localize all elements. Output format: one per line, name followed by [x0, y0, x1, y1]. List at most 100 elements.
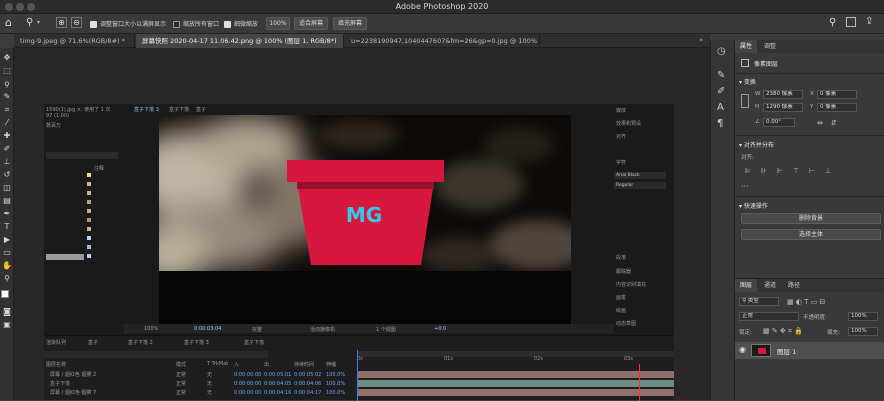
- comp-tab[interactable]: 盒子下落 3: [134, 106, 159, 113]
- timeline-search-field[interactable]: [44, 351, 268, 358]
- hand-tool-icon[interactable]: ✋: [1, 260, 13, 271]
- comp-tab[interactable]: 盒子: [196, 106, 206, 113]
- zoom-icon[interactable]: ⚲: [26, 17, 33, 28]
- width-field[interactable]: 2380 像素: [763, 90, 803, 99]
- timeline-tab[interactable]: 渲染队列: [46, 339, 66, 346]
- viewer-zoom[interactable]: 100%: [144, 326, 158, 332]
- screen-mode-icon[interactable]: ▣: [1, 319, 13, 330]
- flip-horizontal-icon[interactable]: ⇹: [817, 119, 823, 127]
- viewer-camera[interactable]: 活动摄像机: [310, 326, 335, 333]
- scrubby-zoom-checkbox[interactable]: 细微缩放: [224, 19, 258, 28]
- align-center-icon[interactable]: ⊪: [761, 167, 767, 175]
- viewer-exposure[interactable]: +0.0: [434, 326, 446, 332]
- history-brush-icon[interactable]: ↺: [1, 169, 13, 180]
- font-family-field[interactable]: Arial Black: [614, 172, 666, 179]
- quick-select-tool-icon[interactable]: ✎: [1, 91, 13, 102]
- lock-icons[interactable]: ▦ ✎ ✥ ⌗ 🔒: [763, 327, 803, 336]
- fill-screen-button[interactable]: 填充屏幕: [333, 17, 367, 30]
- pen-tool-icon[interactable]: ✒: [1, 208, 13, 219]
- brush-settings-icon[interactable]: ✐: [717, 86, 725, 97]
- resize-windows-checkbox[interactable]: 调整窗口大小以满屏显示: [90, 19, 166, 28]
- transform-section[interactable]: ▾ 变换: [739, 77, 756, 86]
- layer-mode[interactable]: 正常: [176, 371, 186, 379]
- layer-bar[interactable]: [357, 380, 674, 387]
- viewer-resolution[interactable]: 完整: [252, 326, 262, 333]
- align-right-icon[interactable]: ⊩: [777, 167, 783, 175]
- opacity-field[interactable]: 100%: [848, 312, 878, 321]
- tab-paths[interactable]: 路径: [783, 279, 805, 292]
- timeline-tab[interactable]: 盒子下落 2: [128, 339, 153, 346]
- chevron-down-icon[interactable]: ▾: [37, 19, 40, 26]
- layer-out[interactable]: 0:00:04:16: [264, 389, 291, 397]
- align-left-icon[interactable]: ⊫: [745, 167, 751, 175]
- tab-properties[interactable]: 属性: [735, 40, 758, 53]
- layer-in[interactable]: 0:00:00:00: [234, 380, 261, 388]
- layer-bar[interactable]: [357, 389, 674, 396]
- doc-tab-u2238[interactable]: u=2238190947,1040447607&fm=26&gp=0.jpg @…: [345, 34, 540, 48]
- tab-channels[interactable]: 通道: [759, 279, 781, 292]
- timeline-tab[interactable]: 盒子: [88, 339, 98, 346]
- layer-trkmat[interactable]: 无: [207, 389, 212, 397]
- tab-overflow-icon[interactable]: »: [699, 36, 703, 44]
- layer-stretch[interactable]: 100.0%: [326, 380, 345, 388]
- align-middle-icon[interactable]: ⊢: [809, 167, 815, 175]
- gradient-tool-icon[interactable]: ▤: [1, 195, 13, 206]
- tab-layers[interactable]: 图层: [735, 279, 758, 292]
- layer-duration[interactable]: 0:00:04:17: [294, 389, 321, 397]
- viewer-views[interactable]: 1 个视图: [376, 326, 396, 333]
- layer-duration[interactable]: 0:00:05:02: [294, 371, 321, 379]
- zoom-tool-icon[interactable]: ⚲: [1, 273, 13, 284]
- lasso-tool-icon[interactable]: ϙ: [1, 78, 13, 89]
- eraser-tool-icon[interactable]: ◫: [1, 182, 13, 193]
- shape-tool-icon[interactable]: ▭: [1, 247, 13, 258]
- zoom-in-icon[interactable]: ⊕: [56, 17, 67, 28]
- search-icon[interactable]: ⚲: [829, 17, 836, 28]
- layer-stretch[interactable]: 100.0%: [326, 371, 345, 379]
- share-icon[interactable]: ⇪: [865, 16, 873, 27]
- crop-tool-icon[interactable]: ⌗: [1, 104, 13, 115]
- move-tool-icon[interactable]: ✥: [1, 52, 13, 63]
- stamp-tool-icon[interactable]: ⊥: [1, 156, 13, 167]
- marquee-tool-icon[interactable]: ⬚: [1, 65, 13, 76]
- x-field[interactable]: 0 像素: [817, 90, 857, 99]
- paragraph-panel-icon[interactable]: ¶: [717, 118, 723, 129]
- layer-bar[interactable]: [357, 371, 674, 378]
- eyedropper-tool-icon[interactable]: ⁄: [1, 117, 13, 128]
- layer-trkmat[interactable]: 无: [207, 371, 212, 379]
- type-tool-icon[interactable]: T: [1, 221, 13, 232]
- doc-tab-timg[interactable]: timg-9.jpeg @ 71.6%(RGB/8#) *: [14, 34, 135, 48]
- remove-background-button[interactable]: 删除背景: [741, 213, 881, 224]
- layer-out[interactable]: 0:00:04:05: [264, 380, 291, 388]
- project-search-field[interactable]: [46, 152, 118, 159]
- fit-screen-button[interactable]: 适合屏幕: [294, 17, 328, 30]
- foreground-color-swatch[interactable]: [1, 290, 9, 298]
- height-field[interactable]: 1290 像素: [763, 103, 803, 112]
- layer-out[interactable]: 0:00:05:01: [264, 371, 291, 379]
- layer-stretch[interactable]: 100.0%: [326, 389, 345, 397]
- brush-panel-icon[interactable]: ✎: [717, 70, 725, 81]
- visibility-eye-icon[interactable]: ◉: [739, 345, 746, 354]
- viewer-timecode[interactable]: 0:00:03:04: [194, 326, 221, 332]
- select-subject-button[interactable]: 选择主体: [741, 229, 881, 240]
- layer-filter-kind[interactable]: ⚲ 类型: [739, 297, 779, 306]
- doc-tab-screenshot[interactable]: 屏幕快照 2020-04-17 11.06.42.png @ 100% (图层 …: [136, 34, 344, 48]
- align-top-icon[interactable]: ⊤: [793, 167, 799, 175]
- zoom-100-button[interactable]: 100%: [266, 17, 290, 30]
- path-select-tool-icon[interactable]: ▶: [1, 234, 13, 245]
- playhead[interactable]: [357, 350, 358, 401]
- layer-in[interactable]: 0:00:00:00: [234, 389, 261, 397]
- quick-mask-icon[interactable]: ◙: [1, 306, 13, 317]
- project-selected-row[interactable]: [46, 254, 84, 260]
- font-style-field[interactable]: Regular: [614, 182, 666, 189]
- comp-tab[interactable]: 盒子下落: [169, 106, 189, 113]
- layer-row[interactable]: ◉ 图层 1: [735, 342, 884, 359]
- zoom-out-icon[interactable]: ⊖: [71, 17, 82, 28]
- fill-field[interactable]: 100%: [848, 327, 878, 336]
- filter-pixel-icon[interactable]: ▦ ◐ T ▭ ⊟: [787, 298, 825, 306]
- layer-in[interactable]: 0:00:00:00: [234, 371, 261, 379]
- timeline-tab[interactable]: 盒子下落 3: [184, 339, 209, 346]
- angle-field[interactable]: 0.00°: [763, 118, 795, 127]
- layer-mode[interactable]: 正常: [176, 380, 186, 388]
- layer-duration[interactable]: 0:00:04:06: [294, 380, 321, 388]
- tab-adjustments[interactable]: 调整: [759, 40, 781, 53]
